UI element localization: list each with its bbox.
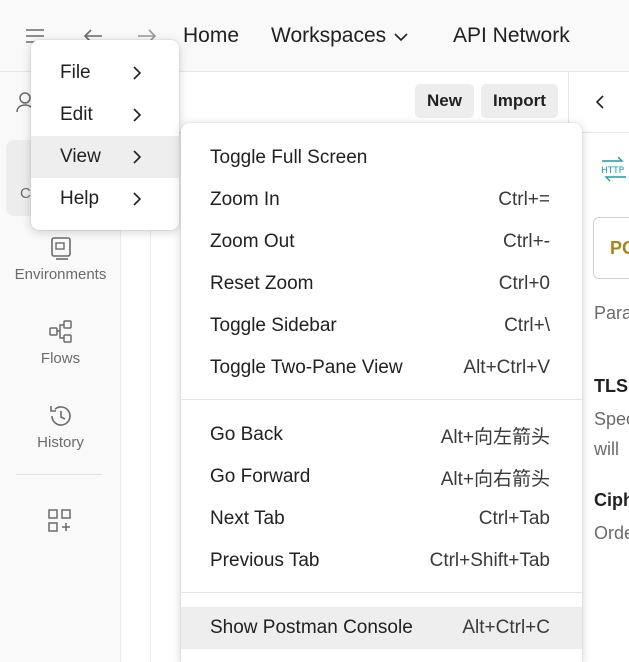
menu-item-label: View (60, 146, 101, 167)
menu-item-label: Previous Tab (210, 550, 320, 571)
chevron-right-icon (129, 149, 145, 165)
tls-heading: TLS (594, 376, 628, 396)
tls-description: Spec (594, 409, 629, 429)
menu-item-label: Zoom Out (210, 231, 295, 252)
nav-home[interactable]: Home (183, 22, 239, 50)
http-icon: HTTP (600, 156, 628, 187)
chevron-right-icon (129, 191, 145, 207)
menu-item-go-back[interactable]: Go Back Alt+向左箭头 (181, 414, 582, 456)
menu-item-label: Toggle Two-Pane View (210, 357, 403, 378)
nav-workspaces-label: Workspaces (271, 24, 387, 47)
nav-home-label: Home (183, 24, 240, 47)
menu-item-go-forward[interactable]: Go Forward Alt+向右箭头 (181, 456, 582, 498)
sidebar-item-environments[interactable]: Environments (0, 234, 121, 283)
chevron-down-icon (394, 22, 408, 50)
menu-item-help[interactable]: Help (31, 178, 179, 220)
nav-api-network[interactable]: API Network (453, 22, 570, 50)
history-icon (47, 402, 75, 430)
menu-separator (181, 592, 582, 593)
nav-api-network-label: API Network (453, 24, 570, 47)
menu-item-shortcut: Ctrl+Shift+Tab (429, 550, 550, 571)
chevron-right-icon (129, 65, 145, 81)
menu-item-shortcut: Alt+Ctrl+C (462, 617, 550, 638)
menu-item-label: Next Tab (210, 508, 285, 529)
menu-item-zoom-in[interactable]: Zoom In Ctrl+= (181, 179, 582, 221)
menu-item-shortcut: Ctrl+0 (498, 273, 550, 294)
menu-item-shortcut: Ctrl+- (503, 231, 550, 252)
menu-item-label: Edit (60, 104, 93, 125)
menu-item-label: Help (60, 188, 100, 209)
import-button-label: Import (493, 91, 546, 110)
nav-workspaces[interactable]: Workspaces (271, 22, 408, 50)
tls-description-2: will (594, 439, 619, 459)
chevron-right-icon (129, 107, 145, 123)
chevron-left-icon[interactable] (594, 94, 606, 115)
menu-item-label: Toggle Full Screen (210, 147, 368, 168)
menu-item-label: Toggle Sidebar (210, 315, 337, 336)
menu-item-label: Reset Zoom (210, 273, 314, 294)
environments-icon (47, 234, 75, 262)
menu-item-label: Show Postman Console (210, 617, 413, 638)
menu-item-next-tab[interactable]: Next Tab Ctrl+Tab (181, 498, 582, 540)
menu-item-shortcut: Ctrl+Tab (478, 508, 550, 529)
menu-item-shortcut: Ctrl+= (498, 189, 550, 210)
sidebar-divider (16, 474, 102, 475)
menu-item-shortcut: Alt+向右箭头 (440, 468, 550, 490)
flows-icon (47, 318, 75, 346)
new-button[interactable]: New (415, 84, 474, 118)
add-apps-icon[interactable] (47, 508, 73, 539)
method-label: PO (610, 238, 629, 258)
app-menu: File Edit View Help (31, 40, 179, 230)
menu-item-toggle-two-pane-view[interactable]: Toggle Two-Pane View Alt+Ctrl+V (181, 347, 582, 389)
menu-separator (181, 399, 582, 400)
menu-item-label: Go Back (210, 424, 283, 445)
menu-item-view[interactable]: View (31, 136, 179, 178)
menu-item-shortcut: Alt+向左箭头 (440, 426, 550, 448)
menu-item-reset-zoom[interactable]: Reset Zoom Ctrl+0 (181, 263, 582, 305)
menu-item-toggle-sidebar[interactable]: Toggle Sidebar Ctrl+\ (181, 305, 582, 347)
sidebar-item-history[interactable]: History (0, 402, 121, 451)
menu-item-edit[interactable]: Edit (31, 94, 179, 136)
menu-item-file[interactable]: File (31, 52, 179, 94)
method-select[interactable]: PO (593, 217, 629, 279)
import-button[interactable]: Import (481, 84, 558, 118)
new-button-label: New (427, 91, 462, 110)
sidebar-item-label: Flows (40, 350, 81, 367)
menu-item-show-postman-console[interactable]: Show Postman Console Alt+Ctrl+C (181, 607, 582, 649)
menu-item-zoom-out[interactable]: Zoom Out Ctrl+- (181, 221, 582, 263)
params-label: Para (594, 303, 629, 323)
menu-item-label: File (60, 62, 91, 83)
menu-item-label: Go Forward (210, 466, 311, 487)
sidebar-item-label: History (37, 434, 84, 451)
sidebar-item-label: Environments (14, 266, 107, 283)
menu-item-toggle-full-screen[interactable]: Toggle Full Screen (181, 137, 582, 179)
view-submenu: Toggle Full Screen Zoom In Ctrl+= Zoom O… (181, 123, 582, 662)
menu-item-previous-tab[interactable]: Previous Tab Ctrl+Shift+Tab (181, 540, 582, 582)
svg-text:HTTP: HTTP (601, 166, 625, 176)
menu-item-shortcut: Ctrl+\ (504, 315, 550, 336)
menu-item-shortcut: Alt+Ctrl+V (463, 357, 550, 378)
menu-item-label: Zoom In (210, 189, 280, 210)
cipher-description: Orde (594, 523, 629, 543)
cipher-heading: Ciph (594, 490, 629, 510)
sidebar-item-flows[interactable]: Flows (0, 318, 121, 367)
sidebar-item-collections-label: C (20, 185, 31, 202)
